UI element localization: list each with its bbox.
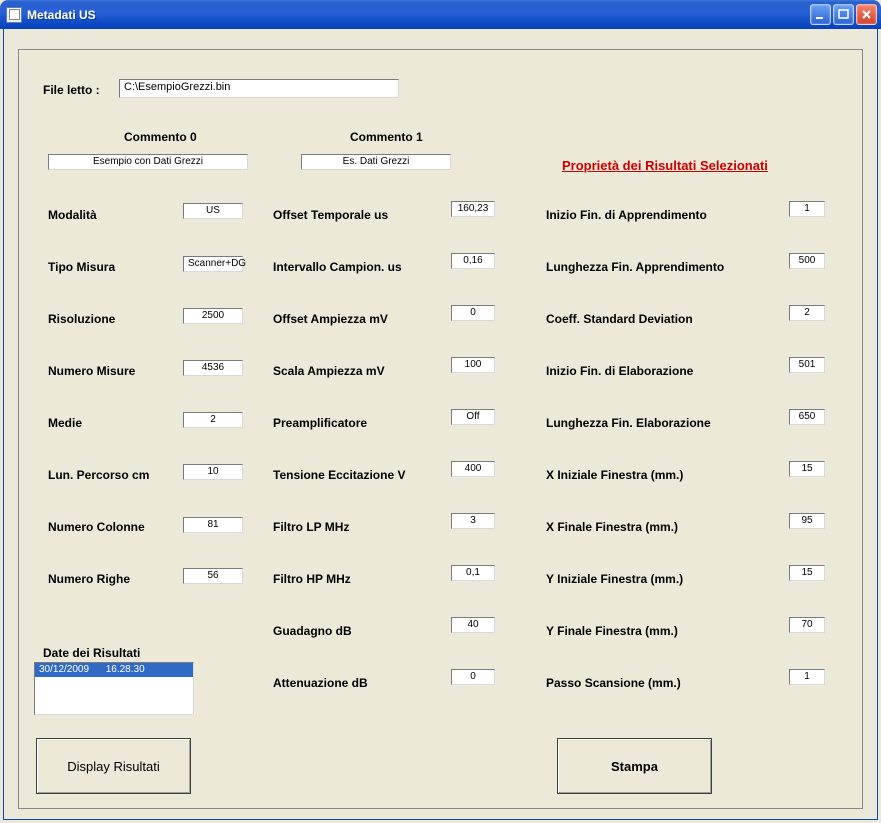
medie-field[interactable]: 2	[183, 412, 243, 428]
guadagno-label: Guadagno dB	[273, 624, 352, 638]
filtro-lp-field[interactable]: 3	[451, 513, 495, 529]
y-iniziale-label: Y Iniziale Finestra (mm.)	[546, 572, 683, 586]
numero-misure-label: Numero Misure	[48, 364, 135, 378]
inizio-apprendimento-field[interactable]: 1	[789, 201, 825, 217]
offset-ampiezza-field[interactable]: 0	[451, 305, 495, 321]
x-iniziale-label: X Iniziale Finestra (mm.)	[546, 468, 683, 482]
file-label: File letto :	[43, 83, 100, 97]
risoluzione-field[interactable]: 2500	[183, 308, 243, 324]
offset-temporale-field[interactable]: 160,23	[451, 201, 495, 217]
x-iniziale-field[interactable]: 15	[789, 461, 825, 477]
tensione-eccitazione-label: Tensione Eccitazione V	[273, 468, 405, 482]
tipo-misura-label: Tipo Misura	[48, 260, 115, 274]
passo-scansione-label: Passo Scansione (mm.)	[546, 676, 681, 690]
x-finale-label: X Finale Finestra (mm.)	[546, 520, 678, 534]
display-risultati-button[interactable]: Display Risultati	[36, 738, 191, 794]
results-date-listbox[interactable]: 30/12/2009 16.28.30	[34, 662, 194, 715]
lunghezza-elaborazione-field[interactable]: 650	[789, 409, 825, 425]
intervallo-campion-label: Intervallo Campion. us	[273, 260, 402, 274]
offset-temporale-label: Offset Temporale us	[273, 208, 388, 222]
display-risultati-label: Display Risultati	[67, 759, 159, 774]
coeff-std-dev-field[interactable]: 2	[789, 305, 825, 321]
offset-ampiezza-label: Offset Ampiezza mV	[273, 312, 388, 326]
numero-colonne-label: Numero Colonne	[48, 520, 145, 534]
medie-label: Medie	[48, 416, 82, 430]
x-finale-field[interactable]: 95	[789, 513, 825, 529]
y-finale-field[interactable]: 70	[789, 617, 825, 633]
inizio-elaborazione-label: Inizio Fin. di Elaborazione	[546, 364, 693, 378]
close-button[interactable]	[856, 4, 877, 25]
modalita-field[interactable]: US	[183, 203, 243, 219]
comment0-field[interactable]: Esempio con Dati Grezzi	[48, 154, 248, 170]
window-title: Metadati US	[27, 8, 810, 22]
intervallo-campion-field[interactable]: 0,16	[451, 253, 495, 269]
numero-misure-field[interactable]: 4536	[183, 360, 243, 376]
scala-ampiezza-label: Scala Ampiezza mV	[273, 364, 385, 378]
maximize-button[interactable]	[833, 4, 854, 25]
numero-righe-label: Numero Righe	[48, 572, 130, 586]
minimize-button[interactable]	[810, 4, 831, 25]
lunghezza-elaborazione-label: Lunghezza Fin. Elaborazione	[546, 416, 711, 430]
preamplificatore-label: Preamplificatore	[273, 416, 367, 430]
y-finale-label: Y Finale Finestra (mm.)	[546, 624, 678, 638]
lunghezza-apprendimento-field[interactable]: 500	[789, 253, 825, 269]
filtro-hp-field[interactable]: 0,1	[451, 565, 495, 581]
list-item[interactable]: 30/12/2009 16.28.30	[35, 663, 193, 677]
inizio-apprendimento-label: Inizio Fin. di Apprendimento	[546, 208, 707, 222]
numero-colonne-field[interactable]: 81	[183, 517, 243, 533]
results-date-label: Date dei Risultati	[43, 646, 140, 660]
tipo-misura-field[interactable]: Scanner+DG	[183, 256, 243, 272]
lun-percorso-field[interactable]: 10	[183, 464, 243, 480]
tensione-eccitazione-field[interactable]: 400	[451, 461, 495, 477]
file-input[interactable]: C:\EsempioGrezzi.bin	[119, 79, 399, 98]
preamplificatore-field[interactable]: Off	[451, 409, 495, 425]
lun-percorso-label: Lun. Percorso cm	[48, 468, 149, 482]
attenuazione-field[interactable]: 0	[451, 669, 495, 685]
main-panel: File letto : C:\EsempioGrezzi.bin Commen…	[18, 49, 863, 809]
y-iniziale-field[interactable]: 15	[789, 565, 825, 581]
coeff-std-dev-label: Coeff. Standard Deviation	[546, 312, 693, 326]
inizio-elaborazione-field[interactable]: 501	[789, 357, 825, 373]
guadagno-field[interactable]: 40	[451, 617, 495, 633]
app-icon	[6, 7, 22, 23]
filtro-hp-label: Filtro HP MHz	[273, 572, 351, 586]
filtro-lp-label: Filtro LP MHz	[273, 520, 349, 534]
comment1-header: Commento 1	[350, 130, 423, 144]
modalita-label: Modalità	[48, 208, 97, 222]
passo-scansione-field[interactable]: 1	[789, 669, 825, 685]
lunghezza-apprendimento-label: Lunghezza Fin. Apprendimento	[546, 260, 724, 274]
stampa-button[interactable]: Stampa	[557, 738, 712, 794]
attenuazione-label: Attenuazione dB	[273, 676, 368, 690]
stampa-label: Stampa	[611, 759, 658, 774]
comment1-field[interactable]: Es. Dati Grezzi	[301, 154, 451, 170]
results-properties-title: Proprietà dei Risultati Selezionati	[562, 158, 768, 173]
comment0-header: Commento 0	[124, 130, 197, 144]
titlebar: Metadati US	[0, 0, 881, 29]
numero-righe-field[interactable]: 56	[183, 568, 243, 584]
risoluzione-label: Risoluzione	[48, 312, 115, 326]
scala-ampiezza-field[interactable]: 100	[451, 357, 495, 373]
